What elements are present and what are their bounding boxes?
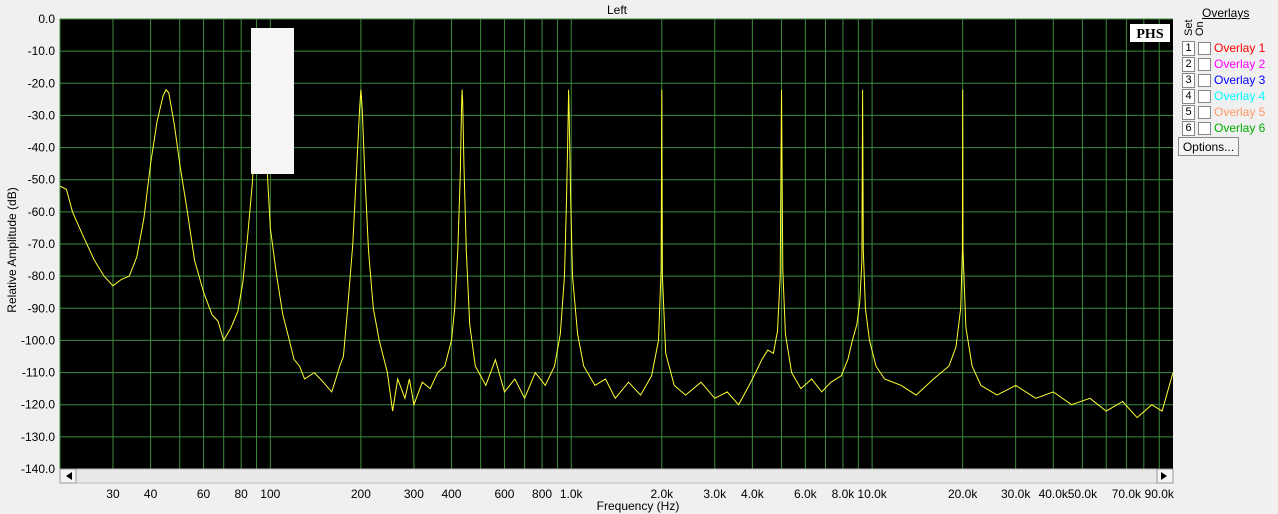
overlay-set-button[interactable]: 4 xyxy=(1182,89,1195,104)
x-tick-label: 4.0k xyxy=(741,487,765,501)
overlay-label: Overlay 3 xyxy=(1214,73,1266,87)
x-tick-label: 80 xyxy=(234,487,248,501)
overlay-on-checkbox[interactable] xyxy=(1198,74,1211,87)
overlay-set-button[interactable]: 2 xyxy=(1182,57,1195,72)
overlay-on-checkbox[interactable] xyxy=(1198,90,1211,103)
y-tick-label: -130.0 xyxy=(21,430,55,444)
y-tick-label: -110.0 xyxy=(22,366,55,380)
y-tick-label: -100.0 xyxy=(21,333,55,347)
options-button[interactable]: Options... xyxy=(1178,137,1239,156)
x-tick-label: 10.0k xyxy=(857,487,887,501)
x-tick-label: 200 xyxy=(351,487,371,501)
on-column-header: On xyxy=(1194,21,1206,36)
overlay-on-checkbox[interactable] xyxy=(1198,58,1211,71)
x-tick-label: 70.0k xyxy=(1112,487,1142,501)
x-tick-label: 400 xyxy=(441,487,461,501)
y-tick-label: -60.0 xyxy=(28,205,56,219)
phs-badge: PHS xyxy=(1136,27,1163,42)
y-axis-label: Relative Amplitude (dB) xyxy=(5,187,19,312)
x-tick-label: 40 xyxy=(144,487,158,501)
y-axis-ticks: 0.0 -10.0 -20.0 -30.0 -40.0 -50.0 -60.0 -70.0 -8… xyxy=(21,12,55,476)
y-tick-label: -120.0 xyxy=(21,398,55,412)
x-tick-label: 60 xyxy=(197,487,211,501)
x-axis-label: Frequency (Hz) xyxy=(597,499,680,513)
x-tick-label: 600 xyxy=(494,487,514,501)
overlay-row: 5 Overlay 5 xyxy=(1182,105,1278,121)
overlay-on-checkbox[interactable] xyxy=(1198,106,1211,119)
y-tick-label: -30.0 xyxy=(28,108,56,122)
overlay-label: Overlay 4 xyxy=(1214,89,1266,103)
overlay-label: Overlay 1 xyxy=(1214,41,1266,55)
y-tick-label: -80.0 xyxy=(28,269,56,283)
overlay-row: 6 Overlay 6 xyxy=(1182,121,1278,137)
overlay-set-button[interactable]: 6 xyxy=(1182,121,1195,136)
horizontal-scrollbar[interactable] xyxy=(59,468,1174,484)
overlay-set-button[interactable]: 1 xyxy=(1182,41,1195,56)
x-tick-label: 800 xyxy=(532,487,552,501)
x-tick-label: 1.0k xyxy=(560,487,584,501)
y-tick-label: -140.0 xyxy=(21,462,55,476)
x-tick-label: 300 xyxy=(404,487,424,501)
y-tick-label: -90.0 xyxy=(28,301,56,315)
overlay-on-checkbox[interactable] xyxy=(1198,42,1211,55)
overlay-row: 4 Overlay 4 xyxy=(1182,89,1278,105)
spectrum-chart: Left 0.0 -10.0 -20.0 -30.0 -40.0 -50.0 -60.0 -7… xyxy=(5,3,1175,513)
y-tick-label: 0.0 xyxy=(38,12,55,26)
overlays-title: Overlays xyxy=(1202,6,1250,20)
x-tick-label: 40.0k xyxy=(1039,487,1069,501)
x-tick-label: 30.0k xyxy=(1001,487,1031,501)
overlay-row: 1 Overlay 1 xyxy=(1182,41,1278,57)
chart-title: Left xyxy=(607,3,628,17)
marker-box xyxy=(251,28,294,174)
overlay-label: Overlay 6 xyxy=(1214,121,1266,135)
overlay-set-button[interactable]: 3 xyxy=(1182,73,1195,88)
overlay-on-checkbox[interactable] xyxy=(1198,122,1211,135)
x-tick-label: 30 xyxy=(106,487,120,501)
overlay-label: Overlay 2 xyxy=(1214,57,1266,71)
x-tick-label: 3.0k xyxy=(703,487,727,501)
y-tick-label: -10.0 xyxy=(28,44,56,58)
x-tick-label: 6.0k xyxy=(794,487,818,501)
x-tick-label: 50.0k xyxy=(1068,487,1098,501)
x-tick-label: 8.0k xyxy=(832,487,856,501)
x-tick-label: 90.0k xyxy=(1145,487,1175,501)
y-tick-label: -40.0 xyxy=(28,141,56,155)
overlay-label: Overlay 5 xyxy=(1214,105,1266,119)
overlay-set-button[interactable]: 5 xyxy=(1182,105,1195,120)
x-tick-label: 20.0k xyxy=(948,487,978,501)
overlay-row: 2 Overlay 2 xyxy=(1182,57,1278,73)
y-tick-label: -20.0 xyxy=(28,76,56,90)
overlay-row: 3 Overlay 3 xyxy=(1182,73,1278,89)
x-tick-label: 100 xyxy=(260,487,280,501)
y-tick-label: -50.0 xyxy=(28,173,56,187)
overlay-panel: Set On Overlays 1 Overlay 1 2 Overlay 2 3 Ove… xyxy=(1178,0,1278,160)
y-tick-label: -70.0 xyxy=(28,237,56,251)
